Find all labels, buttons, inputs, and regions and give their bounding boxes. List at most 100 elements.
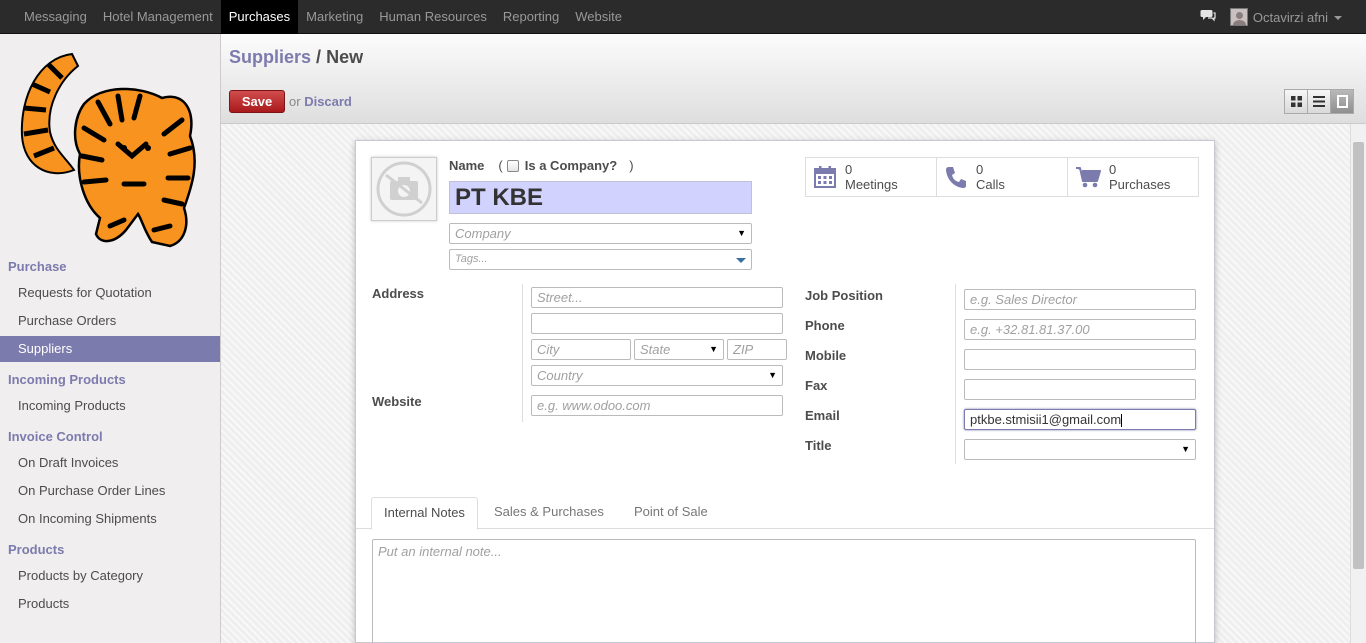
list-view-button[interactable] [1307,89,1331,114]
street-input[interactable]: Street... [531,287,783,308]
website-input[interactable]: e.g. www.odoo.com [531,395,783,416]
scrollbar-thumb[interactable] [1353,142,1364,569]
tags-dropdown-icon [736,258,746,263]
purchases-text: 0 Purchases [1109,162,1170,192]
menu-marketing[interactable]: Marketing [298,0,371,34]
title-label: Title [805,438,832,453]
phone-input[interactable]: e.g. +32.81.81.37.00 [964,319,1196,340]
sidebar-item-requests-for-quotation[interactable]: Requests for Quotation [0,280,220,306]
paren-close: ) [629,158,634,173]
zip-placeholder: ZIP [733,342,754,357]
dropdown-arrow-icon: ▼ [1181,444,1190,454]
internal-notes-textarea[interactable]: Put an internal note... [372,539,1196,643]
calls-text: 0 Calls [976,162,1005,192]
is-company-label: Is a Company? [524,158,618,173]
company-select[interactable]: Company ▼ [449,223,752,244]
state-select[interactable]: State ▼ [634,339,724,360]
job-position-input[interactable]: e.g. Sales Director [964,289,1196,310]
save-button[interactable]: Save [229,90,285,113]
mobile-input[interactable] [964,349,1196,370]
chat-icon[interactable] [1200,9,1230,26]
image-placeholder[interactable] [371,157,437,221]
chevron-down-icon[interactable] [1334,16,1342,20]
tab-internal-notes[interactable]: Internal Notes [371,497,478,530]
sidebar-section-incoming-products: Incoming Products [8,372,126,387]
or-text: or [289,94,301,109]
meetings-text: 0 Meetings [845,162,898,192]
menu-human-resources[interactable]: Human Resources [371,0,495,34]
meetings-count: 0 [845,162,853,177]
sidebar-item-incoming-products[interactable]: Incoming Products [0,393,220,419]
dropdown-arrow-icon: ▼ [737,228,746,238]
fax-input[interactable] [964,379,1196,400]
breadcrumb-suppliers-link[interactable]: Suppliers [229,47,311,67]
website-label: Website [372,394,422,409]
sidebar-section-invoice-control: Invoice Control [8,429,103,444]
control-panel: Suppliers / New Save or Discard [221,34,1366,124]
sidebar-item-on-incoming-shipments[interactable]: On Incoming Shipments [0,506,220,532]
address-divider [522,284,523,422]
email-input[interactable]: ptkbe.stmisii1@gmail.com [964,409,1196,430]
sidebar-item-products[interactable]: Products [0,591,220,617]
menu-hotel-management[interactable]: Hotel Management [95,0,221,34]
sidebar-item-on-purchase-order-lines[interactable]: On Purchase Order Lines [0,478,220,504]
sidebar-item-products-by-category[interactable]: Products by Category [0,563,220,589]
breadcrumb-separator: / [316,47,322,67]
country-select[interactable]: Country ▼ [531,365,783,386]
kanban-view-button[interactable] [1284,89,1308,114]
name-input[interactable]: PT KBE [449,181,752,214]
grid-icon [1290,96,1302,107]
scrollbar[interactable] [1350,124,1366,643]
country-placeholder: Country [537,368,583,383]
meetings-label: Meetings [845,177,898,192]
sidebar-item-purchase-orders[interactable]: Purchase Orders [0,308,220,334]
is-company-checkbox[interactable] [506,159,519,172]
company-logo [14,44,206,248]
no-photo-icon [376,161,432,217]
notebook-tabs: Internal Notes Sales & Purchases Point o… [356,497,1214,530]
purchases-count: 0 [1109,162,1117,177]
sidebar-item-suppliers[interactable]: Suppliers [0,336,220,362]
fax-label: Fax [805,378,828,393]
list-icon [1313,96,1325,107]
phone-label: Phone [805,318,845,333]
company-placeholder: Company [455,226,511,241]
form-view-button[interactable] [1330,89,1354,114]
discard-link[interactable]: Discard [304,94,352,109]
menu-website[interactable]: Website [567,0,630,34]
city-input[interactable]: City [531,339,631,360]
top-navbar: Messaging Hotel Management Purchases Mar… [0,0,1366,34]
tags-input[interactable]: Tags... [449,249,752,270]
address-label: Address [372,286,425,301]
zip-input[interactable]: ZIP [727,339,787,360]
purchases-button[interactable]: 0 Purchases [1067,157,1199,197]
notes-placeholder: Put an internal note... [378,544,502,559]
menu-reporting[interactable]: Reporting [495,0,567,34]
sidebar-section-products: Products [8,542,65,557]
breadcrumb: Suppliers / New [229,47,363,68]
mobile-label: Mobile [805,348,847,363]
meetings-button[interactable]: 0 Meetings [805,157,937,197]
tab-point-of-sale[interactable]: Point of Sale [622,497,720,529]
menu-messaging[interactable]: Messaging [16,0,95,34]
title-select[interactable]: ▼ [964,439,1196,460]
user-avatar[interactable] [1229,8,1248,26]
purchases-label: Purchases [1109,177,1171,192]
job-position-label: Job Position [805,288,883,303]
job-position-placeholder: e.g. Sales Director [970,292,1077,307]
tab-sales-purchases[interactable]: Sales & Purchases [482,497,616,529]
dropdown-arrow-icon: ▼ [768,370,777,380]
contact-divider [955,284,956,464]
email-value: ptkbe.stmisii1@gmail.com [970,412,1122,427]
sidebar-item-on-draft-invoices[interactable]: On Draft Invoices [0,450,220,476]
dropdown-arrow-icon: ▼ [709,344,718,354]
paren-open: ( [498,158,503,173]
menu-purchases[interactable]: Purchases [220,0,299,34]
calls-button[interactable]: 0 Calls [936,157,1068,197]
phone-icon [946,167,966,188]
street2-input[interactable] [531,313,783,334]
name-label: Name [449,158,485,173]
view-switcher [1284,89,1354,114]
email-label: Email [805,408,840,423]
user-name[interactable]: Octavirzi afni [1253,10,1328,25]
